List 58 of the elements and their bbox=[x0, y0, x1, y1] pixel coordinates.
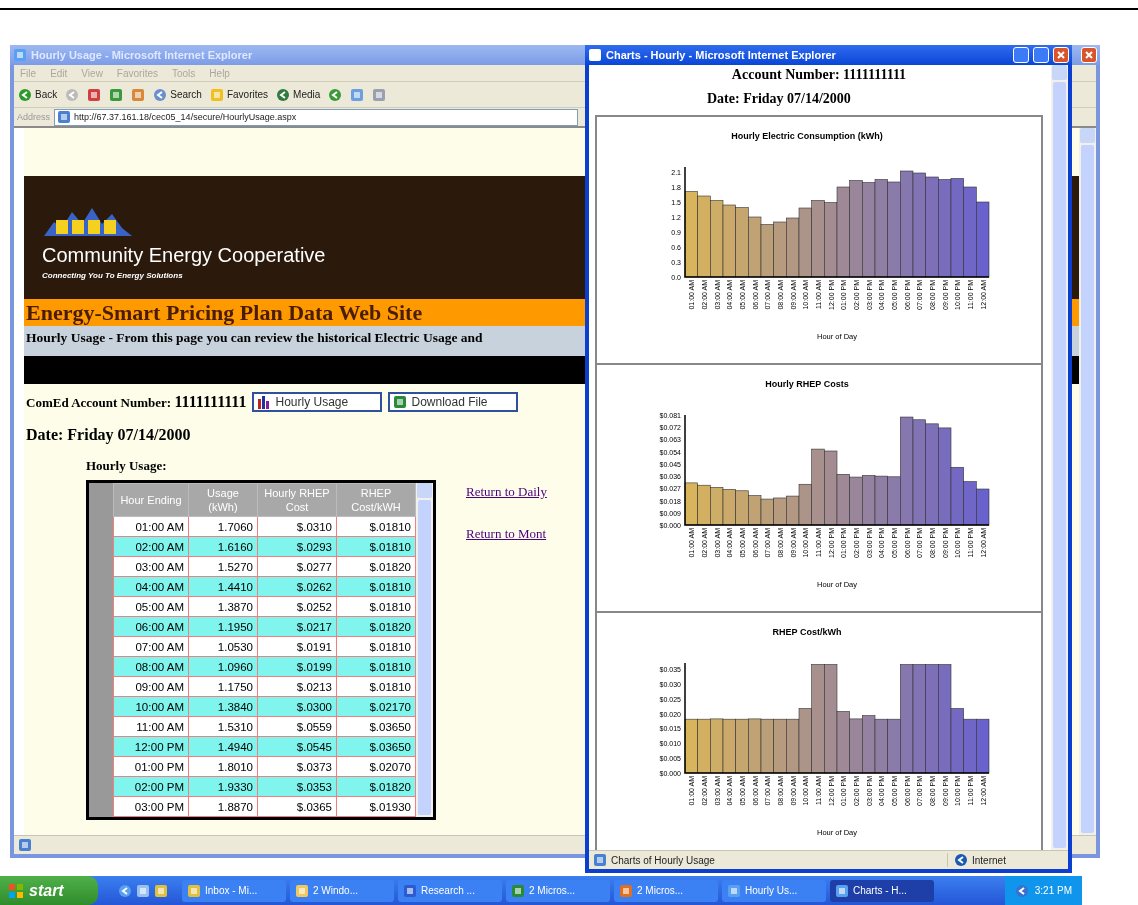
table-cell: 02:00 PM bbox=[113, 776, 189, 797]
table-cell: 12:00 PM bbox=[113, 736, 189, 757]
window-title: Charts - Hourly - Microsoft Internet Explorer bbox=[606, 49, 836, 61]
table-cell: 03:00 AM bbox=[113, 556, 189, 577]
table-cell: 04:00 AM bbox=[113, 576, 189, 597]
taskbar-button[interactable]: Inbox - Mi... bbox=[182, 879, 286, 902]
taskbar-button[interactable]: Hourly Us... bbox=[722, 879, 826, 902]
logo-tagline: Connecting You To Energy Solutions bbox=[42, 271, 183, 280]
menu-item[interactable]: Favorites bbox=[116, 67, 158, 79]
chart-title: RHEP Cost/kWh bbox=[772, 627, 842, 637]
taskbar-button[interactable]: Research ... bbox=[398, 879, 502, 902]
address-field[interactable]: http://67.37.161.18/cec05_14/secure/HourlyUsage.aspx bbox=[54, 108, 579, 126]
menu-item[interactable]: Help bbox=[209, 67, 230, 79]
address-label: Address bbox=[17, 112, 51, 122]
table-cell: 10:00 AM bbox=[113, 696, 189, 717]
table-cell: 01:00 AM bbox=[113, 516, 189, 537]
toolbar-button[interactable]: Media bbox=[276, 87, 321, 102]
table-cell: 05:00 AM bbox=[113, 596, 189, 617]
menu-item[interactable]: View bbox=[81, 67, 103, 79]
taskbar-button[interactable]: 2 Micros... bbox=[614, 879, 718, 902]
table-cell: 08:00 AM bbox=[113, 656, 189, 677]
table-cell: 01:00 PM bbox=[113, 756, 189, 777]
window-title: Hourly Usage - Microsoft Internet Explorer bbox=[31, 49, 253, 61]
taskbar-button[interactable]: 2 Micros... bbox=[506, 879, 610, 902]
table-cell: 07:00 AM bbox=[113, 636, 189, 657]
chart-title: Hourly RHEP Costs bbox=[765, 379, 849, 389]
logo-name: Community Energy Cooperative bbox=[42, 244, 326, 267]
start-button[interactable]: start bbox=[0, 876, 98, 905]
toolbar-button[interactable]: Favorites bbox=[209, 87, 269, 102]
taskbar-button[interactable]: Charts - H... bbox=[830, 879, 934, 902]
menu-item[interactable]: File bbox=[20, 67, 37, 79]
table-cell: 03:00 PM bbox=[113, 796, 189, 817]
table-cell: 09:00 AM bbox=[113, 676, 189, 697]
menu-item[interactable]: Edit bbox=[50, 67, 68, 79]
table-cell: 02:00 AM bbox=[113, 536, 189, 557]
clock: 3:21 PM bbox=[1034, 885, 1072, 896]
column-header: RHEP Cost/kWH bbox=[336, 483, 416, 517]
zone-indicator: Internet bbox=[947, 853, 1064, 867]
chart-button[interactable]: Hourly Usage bbox=[252, 392, 383, 412]
table-cell: 06:00 AM bbox=[113, 616, 189, 637]
toolbar-button[interactable]: Search bbox=[153, 87, 202, 102]
table-cell: 11:00 AM bbox=[113, 716, 189, 737]
return-link[interactable]: Return to Daily bbox=[466, 484, 547, 500]
chart-title: Hourly Electric Consumption (kWh) bbox=[731, 131, 883, 141]
column-header: Usage (kWh) bbox=[188, 483, 258, 517]
date-text: Date: Friday 07/14/2000 bbox=[707, 91, 852, 107]
status-text: Charts of Hourly Usage bbox=[611, 854, 716, 866]
toolbar-button[interactable]: Back bbox=[18, 87, 58, 102]
menu-item[interactable]: Tools bbox=[172, 67, 196, 79]
return-link[interactable]: Return to Mont bbox=[466, 526, 547, 542]
account-number: Account Number: 1111111111 bbox=[730, 67, 908, 83]
date-text: Date: Friday 07/14/2000 bbox=[26, 426, 191, 444]
table-caption: Hourly Usage: bbox=[86, 458, 168, 474]
column-header: Hourly RHEP Cost bbox=[257, 483, 337, 517]
download-button[interactable]: Download File bbox=[388, 392, 519, 412]
column-header: Hour Ending bbox=[113, 483, 189, 517]
taskbar-button[interactable]: 2 Windo... bbox=[290, 879, 394, 902]
account-label: ComEd Account Number: 1111111111 bbox=[26, 393, 247, 411]
